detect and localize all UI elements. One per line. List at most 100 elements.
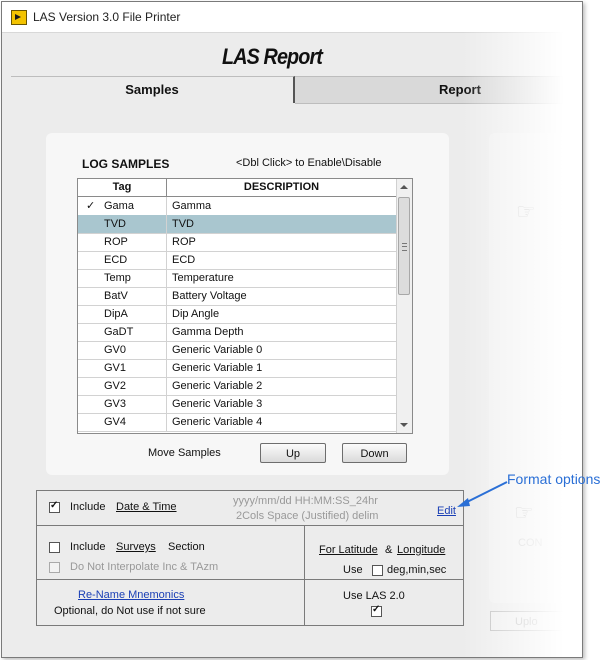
row-description: Gamma: [172, 200, 212, 212]
surveys-options: Include Surveys Section Do Not Interpola…: [36, 525, 464, 580]
row-description: TVD: [172, 218, 194, 230]
column-separator: [166, 215, 167, 233]
row-description: Generic Variable 4: [172, 416, 263, 428]
divider: [304, 580, 305, 625]
title-bar: LAS Version 3.0 File Printer: [2, 2, 582, 33]
column-header-tag: Tag: [78, 179, 167, 196]
pointing-hand-icon: ☞: [514, 500, 534, 525]
column-separator: [166, 359, 167, 377]
row-tag: GV1: [104, 362, 127, 374]
latitude-link[interactable]: For Latitude: [319, 544, 378, 556]
table-scrollbar[interactable]: [396, 179, 412, 433]
row-tag: GV0: [104, 344, 127, 356]
column-separator: [166, 305, 167, 323]
row-description: Gamma Depth: [172, 326, 244, 338]
tab-report[interactable]: Report: [295, 76, 582, 104]
table-header: Tag DESCRIPTION: [78, 179, 396, 197]
row-tag: GV3: [104, 398, 127, 410]
scroll-down-arrow-icon[interactable]: [400, 423, 408, 427]
column-separator: [166, 287, 167, 305]
date-time-options: Include Date & Time yyyy/mm/dd HH:MM:SS_…: [36, 490, 464, 526]
surveys-link[interactable]: Surveys: [116, 541, 156, 553]
table-row[interactable]: DipA Dip Angle: [78, 305, 396, 324]
longitude-link[interactable]: Longitude: [397, 544, 445, 556]
column-header-description: DESCRIPTION: [243, 181, 320, 193]
row-description: Generic Variable 1: [172, 362, 263, 374]
table-row[interactable]: ROP ROP: [78, 233, 396, 252]
row-description: Generic Variable 3: [172, 398, 263, 410]
row-tag: Gama: [104, 200, 134, 212]
tab-samples[interactable]: Samples: [11, 76, 295, 103]
edit-format-link[interactable]: Edit: [437, 505, 456, 517]
column-separator: [166, 323, 167, 341]
row-tag: BatV: [104, 290, 128, 302]
date-time-checkbox[interactable]: [49, 500, 60, 513]
move-down-button[interactable]: Down: [342, 443, 407, 463]
column-separator: [166, 197, 167, 215]
table-row[interactable]: ✓ Gama Gamma: [78, 197, 396, 216]
column-separator: [166, 377, 167, 395]
row-tag: DipA: [104, 308, 128, 320]
dms-label: deg,min,sec: [387, 564, 447, 576]
annotation-arrow-icon: [457, 481, 508, 507]
table-row[interactable]: BatV Battery Voltage: [78, 287, 396, 306]
table-row[interactable]: GV3 Generic Variable 3: [78, 395, 396, 414]
ampersand: &: [385, 544, 393, 556]
no-interpolate-label: Do Not Interpolate Inc & TAzm: [70, 561, 219, 573]
table-row[interactable]: Temp Temperature: [78, 269, 396, 288]
delimiter-format-text: 2Cols Space (Justified) delim: [236, 510, 379, 522]
table-row[interactable]: ECD ECD: [78, 251, 396, 270]
surveys-checkbox[interactable]: [49, 542, 60, 553]
table-row[interactable]: GaDT Gamma Depth: [78, 323, 396, 342]
table-row[interactable]: GV4 Generic Variable 4: [78, 413, 396, 432]
las2-checkbox[interactable]: [371, 604, 382, 617]
enable-hint: <Dbl Click> to Enable\Disable: [236, 157, 382, 169]
row-tag: GV2: [104, 380, 127, 392]
divider: [304, 526, 305, 579]
row-tag: GaDT: [104, 326, 134, 338]
pointing-hand-icon: ☞: [516, 199, 536, 224]
row-tag: GV4: [104, 416, 127, 428]
grip-icon: [402, 243, 407, 251]
row-tag: ECD: [104, 254, 128, 266]
rename-mnemonics-link[interactable]: Re-Name Mnemonics: [78, 589, 184, 601]
row-check-mark: ✓: [86, 200, 96, 212]
optional-note: Optional, do Not use if not sure: [54, 605, 206, 617]
no-interpolate-checkbox[interactable]: [49, 562, 60, 573]
move-up-button[interactable]: Up: [260, 443, 326, 463]
tab-bar: Samples Report: [11, 76, 582, 104]
row-description: ROP: [172, 236, 196, 248]
row-tag: Temp: [104, 272, 131, 284]
page-title: LAS Report: [222, 44, 323, 69]
samples-table[interactable]: Tag DESCRIPTION ✓ Gama Gamma TVD TVD ROP ROP EC…: [77, 178, 413, 434]
format-options-annotation: Format options: [507, 471, 601, 487]
row-description: ECD: [172, 254, 196, 266]
include-surveys-label: Include: [70, 541, 106, 553]
column-separator: [166, 233, 167, 251]
dms-checkbox[interactable]: [372, 565, 383, 576]
column-separator: [166, 269, 167, 287]
table-row[interactable]: GV1 Generic Variable 1: [78, 359, 396, 378]
column-separator: [166, 341, 167, 359]
partial-label: CON: [518, 537, 543, 549]
row-description: Battery Voltage: [172, 290, 247, 302]
las-printer-window: LAS Version 3.0 File Printer LAS Report …: [1, 1, 583, 658]
use-label: Use: [343, 564, 363, 576]
date-format-text: yyyy/mm/dd HH:MM:SS_24hr: [233, 495, 378, 507]
right-panel: [489, 133, 582, 603]
row-description: Temperature: [172, 272, 234, 284]
las2-label: Use LAS 2.0: [343, 590, 405, 602]
include-label: Include: [70, 501, 106, 513]
table-row[interactable]: GV0 Generic Variable 0: [78, 341, 396, 360]
table-row[interactable]: GV2 Generic Variable 2: [78, 377, 396, 396]
log-samples-panel: LOG SAMPLES <Dbl Click> to Enable\Disabl…: [46, 133, 449, 475]
column-separator: [166, 395, 167, 413]
row-description: Generic Variable 2: [172, 380, 263, 392]
date-time-link[interactable]: Date & Time: [116, 501, 177, 513]
table-row[interactable]: TVD TVD: [78, 215, 396, 234]
log-samples-title: LOG SAMPLES: [82, 157, 170, 171]
scrollbar-thumb[interactable]: [398, 197, 410, 295]
mnemonics-options: Re-Name Mnemonics Optional, do Not use i…: [36, 579, 464, 626]
scroll-up-arrow-icon[interactable]: [400, 185, 408, 189]
upload-button[interactable]: Uplo: [490, 611, 570, 631]
